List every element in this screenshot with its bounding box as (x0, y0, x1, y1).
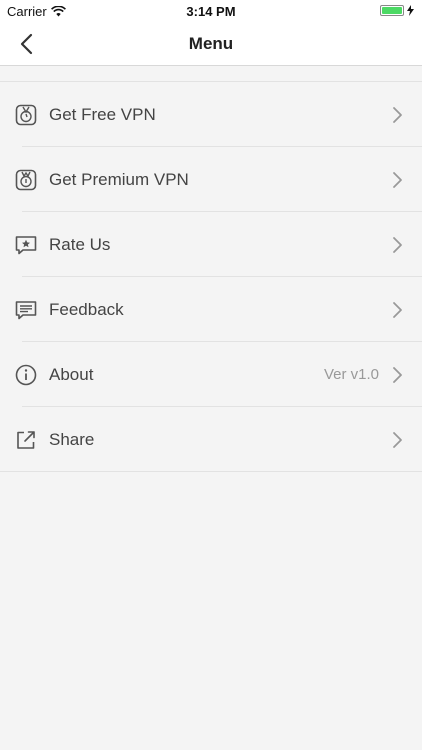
chevron-right-icon (393, 301, 402, 318)
rate-star-icon (15, 235, 37, 254)
menu-item-get-free-vpn[interactable]: Get Free VPN (0, 82, 422, 147)
menu-item-label: Rate Us (49, 234, 111, 254)
menu-item-feedback[interactable]: Feedback (0, 277, 422, 342)
status-bar: Carrier 3:14 PM (0, 0, 422, 22)
menu-item-get-premium-vpn[interactable]: Get Premium VPN (0, 147, 422, 212)
chevron-right-icon (393, 431, 402, 448)
chevron-right-icon (393, 171, 402, 188)
feedback-bubble-icon (15, 300, 37, 319)
page-title: Menu (188, 34, 234, 53)
chevron-right-icon (393, 236, 402, 253)
chevron-right-icon (393, 366, 402, 383)
menu-item-label: Share (49, 429, 95, 449)
menu-item-label: Feedback (49, 299, 124, 319)
battery-indicator (380, 5, 414, 16)
menu-item-label: Get Free VPN (49, 104, 156, 124)
vpn-premium-icon (15, 169, 37, 190)
menu-item-label: Get Premium VPN (49, 169, 189, 189)
chevron-right-icon (393, 106, 402, 123)
version-label: Ver v1.0 (323, 366, 379, 383)
menu-list: Get Free VPN Get Premium VPN Rate Us Fee… (0, 81, 422, 472)
menu-item-about[interactable]: About Ver v1.0 (0, 342, 422, 407)
navigation-bar: Menu (0, 22, 422, 66)
info-icon (15, 364, 37, 385)
share-icon (17, 430, 35, 449)
menu-item-rate-us[interactable]: Rate Us (0, 212, 422, 277)
menu-item-label: About (49, 364, 94, 384)
vpn-shield-icon (15, 104, 37, 125)
charging-bolt-icon (407, 5, 414, 16)
menu-item-share[interactable]: Share (0, 407, 422, 472)
battery-icon (380, 5, 404, 16)
status-time: 3:14 PM (186, 4, 236, 19)
